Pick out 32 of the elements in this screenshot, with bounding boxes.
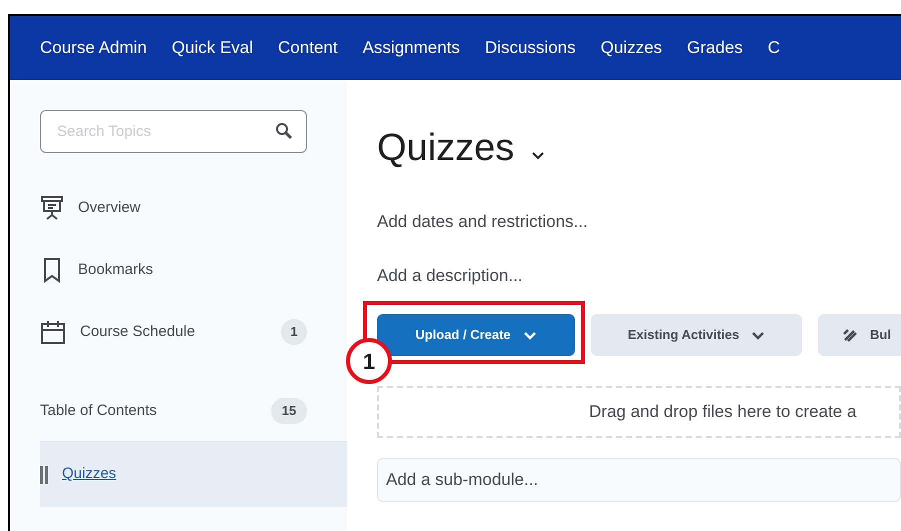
calendar-icon [40, 319, 66, 345]
count-badge: 1 [281, 319, 307, 345]
drop-zone[interactable]: Drag and drop files here to create a [377, 386, 901, 438]
action-button[interactable]: Existing Activities [591, 314, 802, 356]
nav-link[interactable]: Course Admin [40, 35, 147, 61]
nav-link[interactable]: Quick Eval [172, 35, 254, 61]
nav-link[interactable]: Discussions [484, 35, 576, 61]
page-title: Quizzes [377, 126, 514, 171]
sidebar-link[interactable]: Bookmarks [78, 258, 307, 282]
nav-link[interactable]: Content [278, 35, 338, 61]
chevron-down-icon [522, 330, 537, 340]
add-link[interactable]: Add dates and restrictions... [377, 209, 901, 234]
module-item[interactable]: Quizzes [40, 441, 347, 507]
sidebar-link[interactable]: Overview [78, 196, 307, 220]
nav-link[interactable]: C [768, 35, 780, 61]
section-heading: Table of Contents [40, 400, 158, 421]
add-link[interactable]: Add a description... [377, 262, 901, 288]
action-button[interactable]: Bul [818, 314, 901, 356]
submodule-field[interactable]: Add a sub-module... [377, 458, 901, 502]
nav-link[interactable]: Grades [687, 35, 743, 61]
pencil-icon [842, 327, 858, 343]
sidebar-link[interactable]: Course Schedule [80, 320, 267, 344]
presentation-board-icon [40, 195, 64, 221]
search-icon[interactable] [275, 122, 293, 140]
step-number-callout: 1 [346, 338, 392, 384]
chevron-down-icon [751, 330, 766, 340]
action-button[interactable]: Upload / Create [377, 314, 575, 356]
drag-handle-icon [40, 466, 48, 484]
count-badge: 15 [271, 398, 307, 424]
chevron-down-icon[interactable] [530, 150, 546, 160]
nav-link[interactable]: Quizzes [600, 35, 662, 61]
nav-link[interactable]: Assignments [362, 35, 460, 61]
